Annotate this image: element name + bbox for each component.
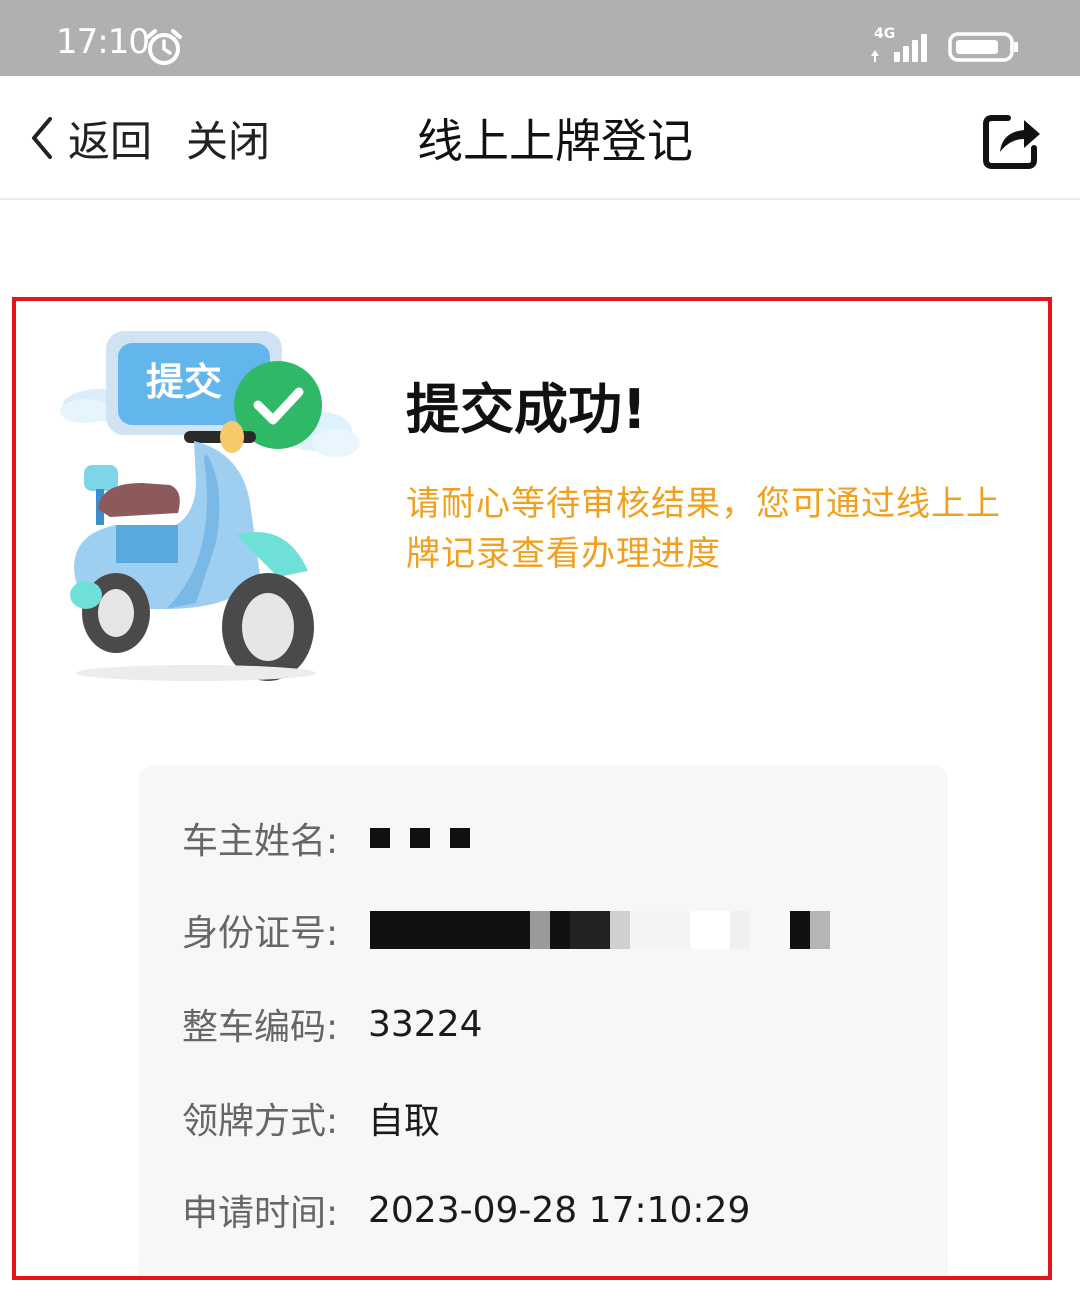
owner-name-masked [370,828,470,848]
owner-name-label: 车主姓名: [182,821,339,862]
info-row-apply-time: 申请时间: 2023-09-28 17:10:29 [182,1185,750,1235]
close-button[interactable]: 关闭 [186,110,270,166]
success-title: 提交成功! [406,378,647,441]
id-number-label: 身份证号: [182,913,339,954]
share-icon[interactable] [978,108,1044,174]
chevron-left-icon [32,117,52,159]
back-button[interactable]: 返回 [26,110,152,166]
pickup-method-value: 自取 [368,1101,441,1142]
status-bar: 17:10 4G [0,0,1080,76]
vehicle-code-label: 整车编码: [182,1007,339,1048]
sign-text: 提交 [146,360,222,404]
battery-icon [948,32,1018,62]
apply-time-label: 申请时间: [182,1193,339,1234]
info-row-id-number: 身份证号: [182,905,830,955]
apply-time-value: 2023-09-28 17:10:29 [368,1189,751,1231]
info-row-pickup-method: 领牌方式: 自取 [182,1093,440,1143]
id-number-masked [370,911,830,949]
info-row-owner-name: 车主姓名: [182,813,470,863]
alarm-icon [146,29,182,65]
nav-bar: 返回 关闭 线上上牌登记 [0,76,1080,200]
result-panel: 提交 提交成功! 请耐心等待审核结果，您可通过线上上牌记录查看办理进度 车主姓名… [12,297,1052,1280]
scooter-illustration: 提交 [60,331,360,681]
page-title: 线上上牌登记 [417,114,693,168]
registration-info-card: 车主姓名: 身份证号: 整车编码: 33224 领牌方式: 自取 申请时间: 2… [138,765,948,1276]
success-message: 请耐心等待审核结果，您可通过线上上牌记录查看办理进度 [406,484,1001,574]
vehicle-code-value: 33224 [368,1003,483,1045]
signal-icon [871,34,927,62]
back-label: 返回 [68,116,153,166]
pickup-method-label: 领牌方式: [182,1101,339,1142]
info-row-vehicle-code: 整车编码: 33224 [182,999,483,1049]
status-time: 17:10 [56,22,150,62]
